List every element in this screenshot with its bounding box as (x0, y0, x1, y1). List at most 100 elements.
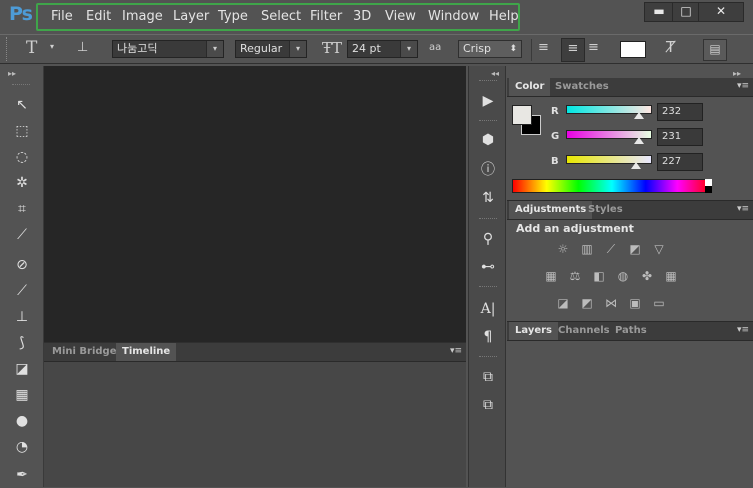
blue-slider-thumb[interactable] (631, 162, 641, 169)
menu-help[interactable]: Help (489, 9, 519, 24)
character-styles-icon[interactable]: ⧉ (477, 366, 499, 388)
tab-channels[interactable]: Channels (552, 322, 616, 340)
menu-image[interactable]: Image (122, 9, 163, 24)
curves-icon[interactable]: ⟋ (603, 242, 619, 256)
panel-menu-icon[interactable]: ▾≡ (737, 325, 749, 335)
dock-expand-icon[interactable]: ◂◂ (491, 69, 499, 78)
color-spectrum-ramp[interactable] (512, 179, 712, 193)
font-family-dropdown[interactable]: 나눔고딕 ▾ (112, 40, 224, 58)
brush-tool-icon[interactable]: ⟋ (11, 280, 33, 302)
align-center-icon[interactable]: ≡ (561, 38, 585, 62)
blue-value-field[interactable]: 227 (657, 153, 703, 171)
3d-icon[interactable]: ⬢ (477, 129, 499, 151)
panel-menu-icon[interactable]: ▾≡ (737, 81, 749, 91)
maximize-button[interactable]: □ (672, 2, 700, 22)
align-left-icon[interactable]: ≡ (538, 40, 549, 55)
brightness-contrast-icon[interactable]: ☼ (555, 242, 571, 256)
tab-mini-bridge[interactable]: Mini Bridge (46, 343, 123, 361)
menu-filter[interactable]: Filter (310, 9, 342, 24)
right-panels: ▸▸ Color Swatches ▾≡ R 232 G 231 B 227 A… (507, 66, 753, 488)
menu-window[interactable]: Window (428, 9, 479, 24)
font-style-dropdown[interactable]: Regular ▾ (235, 40, 307, 58)
eraser-tool-icon[interactable]: ◪ (11, 358, 33, 380)
red-slider-thumb[interactable] (634, 112, 644, 119)
divider (531, 39, 532, 61)
levels-icon[interactable]: ▥ (579, 242, 595, 256)
clone-stamp-tool-icon[interactable]: ⊥ (11, 306, 33, 328)
hue-saturation-icon[interactable]: ▦ (543, 269, 559, 283)
tab-paths[interactable]: Paths (609, 322, 653, 340)
dodge-tool-icon[interactable]: ◔ (11, 436, 33, 458)
vibrance-icon[interactable]: ▽ (651, 242, 667, 256)
red-value-field[interactable]: 232 (657, 103, 703, 121)
menu-view[interactable]: View (385, 9, 416, 24)
spectrum-black-chip[interactable] (705, 186, 712, 193)
channel-mixer-icon[interactable]: ✤ (639, 269, 655, 283)
green-value-field[interactable]: 231 (657, 128, 703, 146)
color-balance-icon[interactable]: ⚖ (567, 269, 583, 283)
text-color-swatch[interactable] (620, 41, 646, 58)
options-bar: T ▾ ⊥ 나눔고딕 ▾ Regular ▾ ŦT 24 pt ▾ aa Cri… (0, 34, 753, 64)
warp-text-icon[interactable]: Ⱦ (666, 38, 675, 56)
tab-layers[interactable]: Layers (509, 322, 558, 340)
brush-presets-icon[interactable]: ⚲ (477, 228, 499, 250)
minimize-button[interactable]: ▬ (644, 2, 674, 22)
align-right-icon[interactable]: ≡ (588, 40, 599, 55)
pen-tool-icon[interactable]: ✒ (11, 464, 33, 486)
black-white-icon[interactable]: ◧ (591, 269, 607, 283)
threshold-icon[interactable]: ⋈ (603, 296, 619, 310)
menu-file[interactable]: File (51, 9, 73, 24)
character-icon[interactable]: A| (477, 298, 499, 320)
marquee-tool-icon[interactable]: ⬚ (11, 120, 33, 142)
color-lookup-icon[interactable]: ▦ (663, 269, 679, 283)
blur-tool-icon[interactable]: ● (11, 410, 33, 432)
crop-tool-icon[interactable]: ⌗ (11, 198, 33, 220)
channel-label-r: R (551, 106, 559, 117)
selective-color-icon[interactable]: ▣ (627, 296, 643, 310)
panels-collapse-icon[interactable]: ▸▸ (733, 69, 741, 78)
character-panel-icon[interactable]: ▤ (703, 39, 727, 61)
photo-filter-icon[interactable]: ◍ (615, 269, 631, 283)
menu-edit[interactable]: Edit (86, 9, 111, 24)
gradient-tool-icon[interactable]: ▦ (11, 384, 33, 406)
exposure-icon[interactable]: ◩ (627, 242, 643, 256)
magic-wand-tool-icon[interactable]: ✲ (11, 172, 33, 194)
spectrum-white-chip[interactable] (705, 179, 712, 186)
foreground-color-swatch[interactable] (512, 105, 532, 125)
tab-timeline[interactable]: Timeline (116, 343, 177, 361)
tab-color[interactable]: Color (509, 78, 551, 96)
move-tool-icon[interactable]: ↖ (11, 94, 33, 116)
color-panel: Color Swatches ▾≡ R 232 G 231 B 227 (507, 78, 753, 200)
menu-layer[interactable]: Layer (173, 9, 209, 24)
close-button[interactable]: ✕ (698, 2, 744, 22)
panel-menu-icon[interactable]: ▾≡ (450, 346, 462, 356)
history-icon[interactable]: ⇅ (477, 187, 499, 209)
antialias-dropdown[interactable]: Crisp ⬍ (458, 40, 522, 58)
document-canvas-area[interactable] (44, 66, 466, 342)
eyedropper-tool-icon[interactable]: ⟋ (11, 224, 33, 246)
play-actions-icon[interactable]: ▶ (477, 90, 499, 112)
paragraph-styles-icon[interactable]: ⧉ (477, 394, 499, 416)
menu-select[interactable]: Select (261, 9, 301, 24)
tool-preset-chevron-down-icon[interactable]: ▾ (50, 42, 54, 51)
gradient-map-icon[interactable]: ▭ (651, 296, 667, 310)
invert-icon[interactable]: ◪ (555, 296, 571, 310)
menu-type[interactable]: Type (218, 9, 248, 24)
toggle-orientation-icon[interactable]: ⊥ (77, 40, 88, 55)
history-brush-tool-icon[interactable]: ⟆ (11, 332, 33, 354)
panel-menu-icon[interactable]: ▾≡ (737, 204, 749, 214)
lasso-tool-icon[interactable]: ◌ (11, 146, 33, 168)
green-slider-thumb[interactable] (634, 137, 644, 144)
brush-settings-icon[interactable]: ⊷ (477, 256, 499, 278)
posterize-icon[interactable]: ◩ (579, 296, 595, 310)
type-tool-icon[interactable]: T (26, 38, 37, 58)
healing-brush-tool-icon[interactable]: ⊘ (11, 254, 33, 276)
paragraph-icon[interactable]: ¶ (477, 326, 499, 348)
tab-adjustments[interactable]: Adjustments (509, 201, 593, 219)
toolbox-collapse-icon[interactable]: ▸▸ (8, 69, 16, 78)
tab-styles[interactable]: Styles (582, 201, 629, 219)
menu-3d[interactable]: 3D (353, 9, 371, 24)
tab-swatches[interactable]: Swatches (549, 78, 615, 96)
info-icon[interactable]: ⓘ (477, 159, 499, 181)
font-size-dropdown[interactable]: 24 pt ▾ (347, 40, 418, 58)
